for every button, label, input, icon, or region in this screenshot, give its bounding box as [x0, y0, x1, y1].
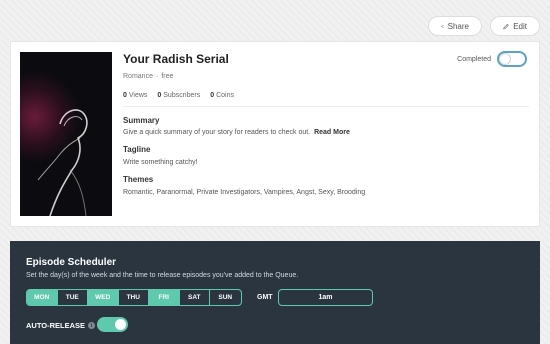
edit-button[interactable]: Edit [490, 16, 540, 36]
day-fri[interactable]: FRI [149, 290, 180, 305]
cover-image[interactable] [20, 52, 112, 216]
auto-release-toggle-knob [115, 319, 126, 330]
tagline-text: Write something catchy! [123, 159, 198, 166]
completed-toggle[interactable] [497, 51, 527, 67]
share-icon [441, 24, 444, 28]
story-stats: 0 Views 0 Subscribers 0 Coins [123, 92, 234, 99]
timezone-label: GMT [257, 294, 273, 301]
story-genre: Romance [123, 73, 153, 80]
day-sun[interactable]: SUN [210, 290, 241, 305]
views-stat: 0 Views [123, 92, 148, 99]
completed-label: Completed [457, 56, 491, 63]
completed-toggle-knob [499, 53, 511, 65]
themes-text: Romantic, Paranormal, Private Investigat… [123, 189, 366, 196]
day-wed[interactable]: WED [88, 290, 119, 305]
auto-release-toggle[interactable] [97, 317, 128, 332]
day-thu[interactable]: THU [119, 290, 149, 305]
subscribers-stat: 0 Subscribers [157, 92, 201, 99]
read-more-link[interactable]: Read More [314, 129, 350, 136]
coins-stat: 0 Coins [210, 92, 234, 99]
tagline-heading: Tagline [123, 145, 151, 154]
share-label: Share [447, 21, 469, 31]
story-meta: Romance · free [123, 73, 173, 80]
scheduler-description: Set the day(s) of the week and the time … [26, 272, 299, 279]
share-button[interactable]: Share [428, 16, 482, 36]
pencil-icon [503, 23, 509, 29]
cover-silhouette [37, 109, 88, 216]
day-mon[interactable]: MON [27, 290, 58, 305]
auto-release-label-row: AUTO-RELEASE i [26, 321, 96, 330]
summary-text: Give a quick summary of your story for r… [123, 129, 311, 136]
meta-separator: · [155, 73, 159, 80]
story-title: Your Radish Serial [123, 52, 229, 66]
auto-release-label: AUTO-RELEASE [26, 321, 86, 330]
themes-heading: Themes [123, 175, 154, 184]
day-tue[interactable]: TUE [58, 290, 88, 305]
story-card: Your Radish Serial Romance · free 0 View… [10, 41, 540, 227]
day-selector: MON TUE WED THU FRI SAT SUN [26, 289, 242, 306]
day-sat[interactable]: SAT [180, 290, 210, 305]
summary-text-row: Give a quick summary of your story for r… [123, 129, 350, 136]
release-time-select[interactable]: 1am [278, 289, 373, 306]
episode-scheduler: Episode Scheduler Set the day(s) of the … [10, 241, 540, 344]
scheduler-title: Episode Scheduler [26, 257, 117, 268]
edit-label: Edit [513, 21, 527, 31]
divider [123, 106, 529, 107]
info-icon[interactable]: i [88, 322, 96, 329]
summary-heading: Summary [123, 116, 160, 125]
top-actions: Share Edit [428, 16, 540, 36]
story-price: free [161, 73, 174, 80]
